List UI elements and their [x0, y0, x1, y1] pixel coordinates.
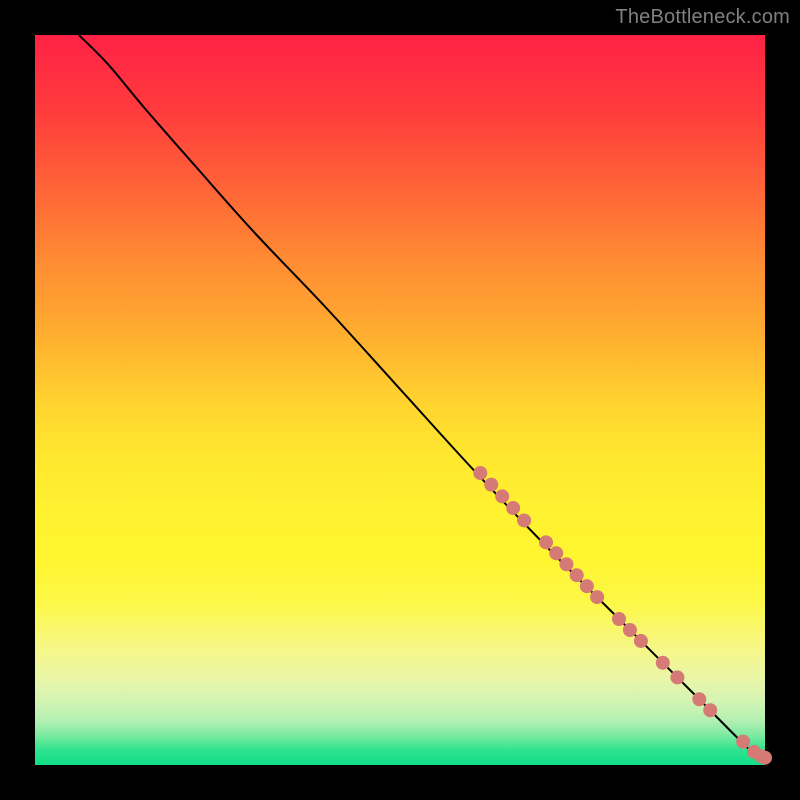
- data-point: [670, 670, 684, 684]
- data-point: [570, 568, 584, 582]
- chart-container: TheBottleneck.com: [0, 0, 800, 800]
- data-point: [612, 612, 626, 626]
- plot-area: [35, 35, 765, 765]
- data-point: [484, 478, 498, 492]
- curve-line: [79, 35, 765, 761]
- data-point: [623, 623, 637, 637]
- data-point: [692, 692, 706, 706]
- data-point: [559, 557, 573, 571]
- data-point: [703, 703, 717, 717]
- data-point: [736, 735, 750, 749]
- data-point: [506, 501, 520, 515]
- data-point: [634, 634, 648, 648]
- data-point: [473, 466, 487, 480]
- data-point: [549, 546, 563, 560]
- chart-svg: [35, 35, 765, 765]
- data-point: [539, 535, 553, 549]
- watermark-text: TheBottleneck.com: [615, 6, 790, 29]
- data-point: [517, 513, 531, 527]
- data-point: [590, 590, 604, 604]
- data-point: [758, 751, 772, 765]
- data-point: [495, 489, 509, 503]
- data-point: [656, 656, 670, 670]
- data-point: [580, 579, 594, 593]
- dots-group: [473, 466, 772, 765]
